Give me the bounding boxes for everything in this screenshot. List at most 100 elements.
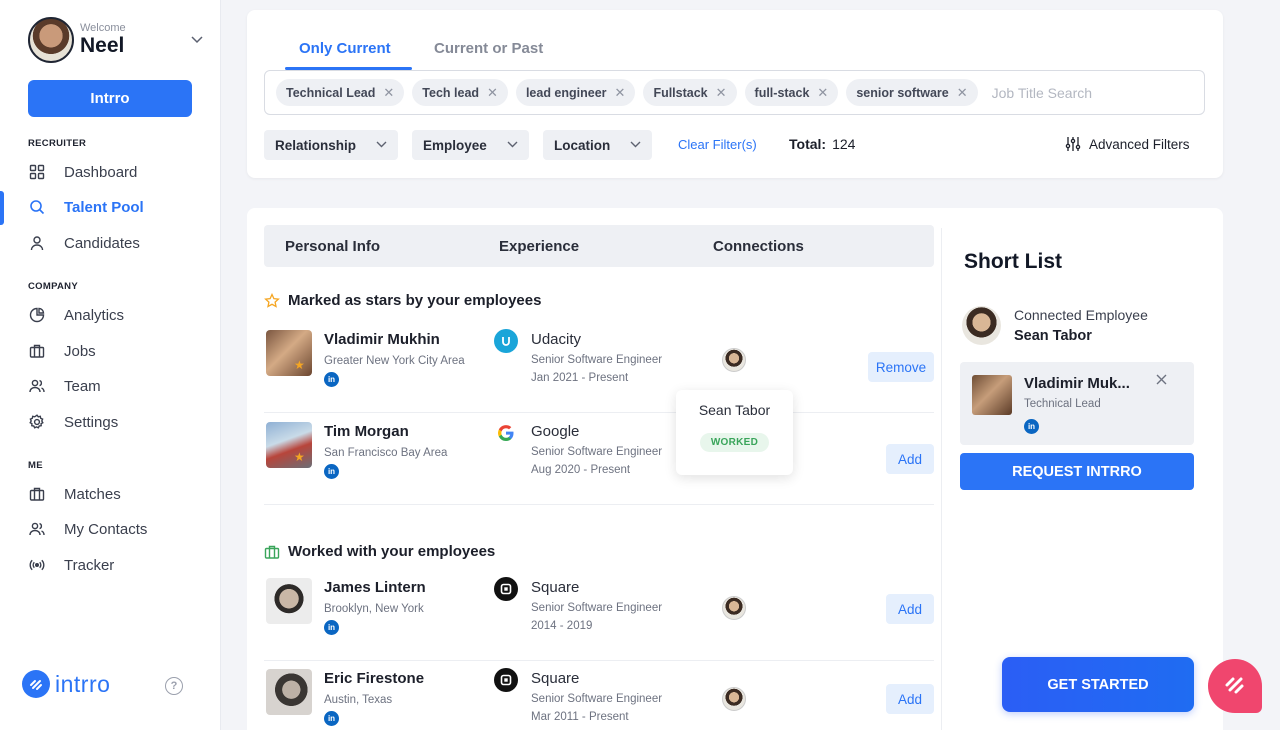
sidebar-item-label: Tracker xyxy=(64,556,115,574)
job-title: Senior Software Engineer xyxy=(531,354,663,366)
job-title: Senior Software Engineer xyxy=(531,602,663,614)
candidate-name[interactable]: Vladimir Mukhin xyxy=(324,331,440,348)
close-icon[interactable] xyxy=(1156,372,1167,389)
gear-icon xyxy=(28,413,46,431)
shortlist-candidate-name[interactable]: Vladimir Muk... xyxy=(1024,375,1130,392)
sidebar-item-label: Matches xyxy=(64,485,121,503)
table-row[interactable]: James Lintern Brooklyn, New York in Squa… xyxy=(264,570,934,661)
section-company: COMPANY xyxy=(28,281,78,292)
add-button[interactable]: Add xyxy=(886,444,934,474)
linkedin-icon[interactable]: in xyxy=(324,372,339,387)
star-icon: ★ xyxy=(294,450,305,464)
employee-dropdown[interactable]: Employee xyxy=(412,130,529,160)
sidebar-item-my-contacts[interactable]: My Contacts xyxy=(28,518,208,540)
company-name: Udacity xyxy=(531,331,582,348)
sidebar-item-candidates[interactable]: Candidates xyxy=(28,232,208,254)
welcome-label: Welcome xyxy=(80,22,126,34)
sidebar-item-talent-pool[interactable]: Talent Pool xyxy=(28,196,208,218)
tab-current-or-past[interactable]: Current or Past xyxy=(434,40,543,57)
filter-chip[interactable]: senior software ✕ xyxy=(846,79,978,106)
sidebar-item-tracker[interactable]: Tracker xyxy=(28,554,208,576)
candidate-photo xyxy=(266,578,312,624)
sidebar-item-team[interactable]: Team xyxy=(28,375,208,397)
star-icon xyxy=(264,292,280,309)
total-count: Total: 124 xyxy=(789,136,856,152)
chevron-down-icon xyxy=(507,140,518,151)
candidate-photo xyxy=(266,669,312,715)
candidate-photo xyxy=(972,375,1012,415)
sidebar-item-label: Talent Pool xyxy=(64,198,144,216)
connected-employee-avatar xyxy=(962,306,1001,345)
company-name: Square xyxy=(531,670,580,687)
sidebar-item-label: Candidates xyxy=(64,234,140,252)
intrro-button[interactable]: Intrro xyxy=(28,80,192,117)
search-icon xyxy=(28,198,46,216)
intrro-logo[interactable]: intrro xyxy=(22,670,110,698)
remove-chip-icon[interactable]: ✕ xyxy=(957,85,968,101)
shortlist-divider xyxy=(941,228,942,730)
filter-card: Only Current Current or Past Technical L… xyxy=(247,10,1223,178)
remove-chip-icon[interactable]: ✕ xyxy=(487,85,498,101)
sidebar-item-settings[interactable]: Settings xyxy=(28,411,208,433)
filter-chip[interactable]: lead engineer ✕ xyxy=(515,79,636,106)
filter-chip[interactable]: Fullstack ✕ xyxy=(643,79,737,106)
chevron-down-icon[interactable] xyxy=(191,33,203,47)
table-row[interactable]: ★ Vladimir Mukhin Greater New York City … xyxy=(264,322,934,413)
connection-avatar[interactable] xyxy=(722,348,746,372)
tab-only-current[interactable]: Only Current xyxy=(299,40,391,57)
connection-avatar[interactable] xyxy=(722,596,746,620)
help-icon[interactable]: ? xyxy=(165,677,183,695)
location-dropdown[interactable]: Location xyxy=(543,130,652,160)
linkedin-icon[interactable]: in xyxy=(324,620,339,635)
pie-chart-icon xyxy=(28,306,46,324)
relationship-dropdown[interactable]: Relationship xyxy=(264,130,398,160)
remove-chip-icon[interactable]: ✕ xyxy=(817,85,828,101)
remove-chip-icon[interactable]: ✕ xyxy=(383,85,394,101)
header-connections: Connections xyxy=(713,238,804,255)
remove-button[interactable]: Remove xyxy=(868,352,934,382)
request-intrro-button[interactable]: REQUEST INTRRO xyxy=(960,453,1194,490)
candidate-photo xyxy=(266,330,312,376)
table-row[interactable]: Eric Firestone Austin, Texas in Square S… xyxy=(264,661,934,730)
candidate-name[interactable]: Tim Morgan xyxy=(324,423,409,440)
sidebar-item-jobs[interactable]: Jobs xyxy=(28,340,208,362)
job-dates: Jan 2021 - Present xyxy=(531,372,629,384)
sidebar-item-dashboard[interactable]: Dashboard xyxy=(28,161,208,183)
header-experience: Experience xyxy=(499,238,580,255)
connection-avatar[interactable] xyxy=(722,687,746,711)
remove-chip-icon[interactable]: ✕ xyxy=(716,85,727,101)
job-title-search-box[interactable]: Technical Lead ✕ Tech lead ✕ lead engineer… xyxy=(264,70,1205,115)
square-logo-icon xyxy=(494,668,518,692)
sidebar-item-label: Team xyxy=(64,377,101,395)
sidebar-item-matches[interactable]: Matches xyxy=(28,483,208,505)
candidate-location: Brooklyn, New York xyxy=(324,603,424,615)
filter-chip[interactable]: Technical Lead ✕ xyxy=(276,79,405,106)
sidebar: Welcome Neel Intrro RECRUITER Dashboard … xyxy=(0,0,221,730)
table-row[interactable]: ★ Tim Morgan San Francisco Bay Area in G… xyxy=(264,414,934,505)
chat-fab[interactable] xyxy=(1208,659,1262,713)
linkedin-icon[interactable]: in xyxy=(324,464,339,479)
clear-filters-link[interactable]: Clear Filter(s) xyxy=(678,137,757,152)
filter-chip[interactable]: full-stack ✕ xyxy=(744,79,839,106)
profile-menu[interactable]: Welcome Neel xyxy=(28,17,203,63)
sidebar-item-analytics[interactable]: Analytics xyxy=(28,304,208,326)
shortlist-title: Short List xyxy=(964,250,1062,273)
briefcase-icon xyxy=(28,485,46,503)
company-name: Google xyxy=(531,423,580,440)
add-button[interactable]: Add xyxy=(886,684,934,714)
linkedin-icon[interactable]: in xyxy=(1024,419,1039,434)
candidate-name[interactable]: Eric Firestone xyxy=(324,670,424,687)
remove-chip-icon[interactable]: ✕ xyxy=(615,85,626,101)
linkedin-icon[interactable]: in xyxy=(324,711,339,726)
candidate-name[interactable]: James Lintern xyxy=(324,579,426,596)
avatar xyxy=(28,17,74,63)
advanced-filters-button[interactable]: Advanced Filters xyxy=(1065,136,1190,152)
job-title-search-input[interactable] xyxy=(991,84,1152,101)
get-started-button[interactable]: GET STARTED xyxy=(1002,657,1194,712)
username: Neel xyxy=(80,34,125,57)
filter-chip[interactable]: Tech lead ✕ xyxy=(412,79,508,106)
users-icon xyxy=(28,377,46,395)
chevron-down-icon xyxy=(376,140,387,151)
user-icon xyxy=(28,234,46,252)
add-button[interactable]: Add xyxy=(886,594,934,624)
